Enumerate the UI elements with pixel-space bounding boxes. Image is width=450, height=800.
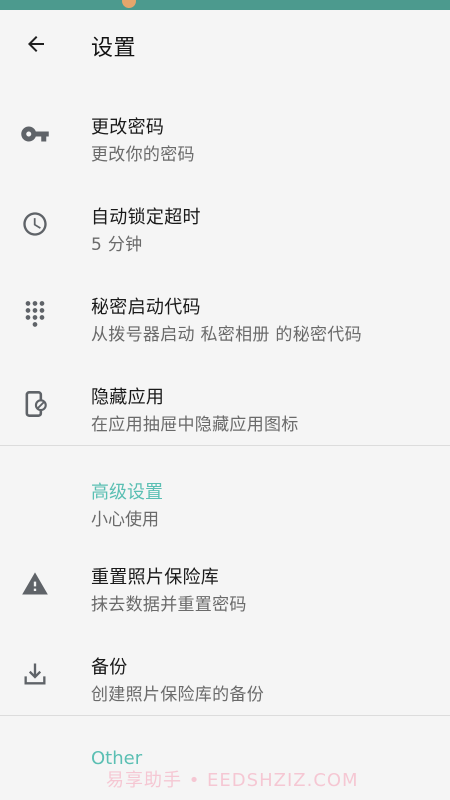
- setting-title: 自动锁定超时: [91, 207, 201, 228]
- clock-icon: [18, 207, 52, 241]
- app-bar: 设置: [0, 10, 450, 82]
- hide-app-icon: [18, 387, 52, 421]
- setting-secret-launch-code[interactable]: 秘密启动代码 从拨号器启动 私密相册 的秘密代码: [0, 275, 450, 365]
- setting-title: 隐藏应用: [91, 387, 165, 408]
- section-subtitle: 小心使用: [91, 510, 159, 530]
- section-divider: [0, 445, 450, 446]
- key-icon: [18, 117, 52, 151]
- setting-backup[interactable]: 备份 创建照片保险库的备份: [0, 635, 450, 725]
- section-divider: [0, 715, 450, 716]
- setting-title: 重置照片保险库: [91, 567, 220, 588]
- dialpad-icon: [18, 297, 52, 331]
- setting-subtitle: 在应用抽屉中隐藏应用图标: [91, 415, 299, 435]
- warning-icon: [18, 567, 52, 601]
- watermark-text: 易享助手 • EEDSHZIZ.COM: [106, 770, 359, 791]
- setting-subtitle: 从拨号器启动 私密相册 的秘密代码: [91, 325, 362, 345]
- back-button[interactable]: [16, 24, 56, 64]
- setting-subtitle: 更改你的密码: [91, 145, 195, 165]
- setting-title: 更改密码: [91, 117, 165, 138]
- setting-subtitle: 抹去数据并重置密码: [91, 595, 247, 615]
- arrow-left-icon: [28, 36, 44, 52]
- setting-change-password[interactable]: 更改密码 更改你的密码: [0, 95, 450, 185]
- setting-title: 秘密启动代码: [91, 297, 201, 318]
- section-title: 高级设置: [91, 482, 163, 503]
- setting-hide-app[interactable]: 隐藏应用 在应用抽屉中隐藏应用图标: [0, 365, 450, 455]
- page-title: 设置: [91, 36, 137, 61]
- setting-title: 备份: [91, 657, 128, 678]
- status-notification-dot: [122, 0, 136, 8]
- setting-subtitle: 创建照片保险库的备份: [91, 685, 264, 705]
- setting-subtitle: 5 分钟: [91, 235, 143, 255]
- status-bar: [0, 0, 450, 10]
- download-icon: [18, 657, 52, 691]
- setting-reset-vault[interactable]: 重置照片保险库 抹去数据并重置密码: [0, 545, 450, 635]
- setting-auto-lock-timeout[interactable]: 自动锁定超时 5 分钟: [0, 185, 450, 275]
